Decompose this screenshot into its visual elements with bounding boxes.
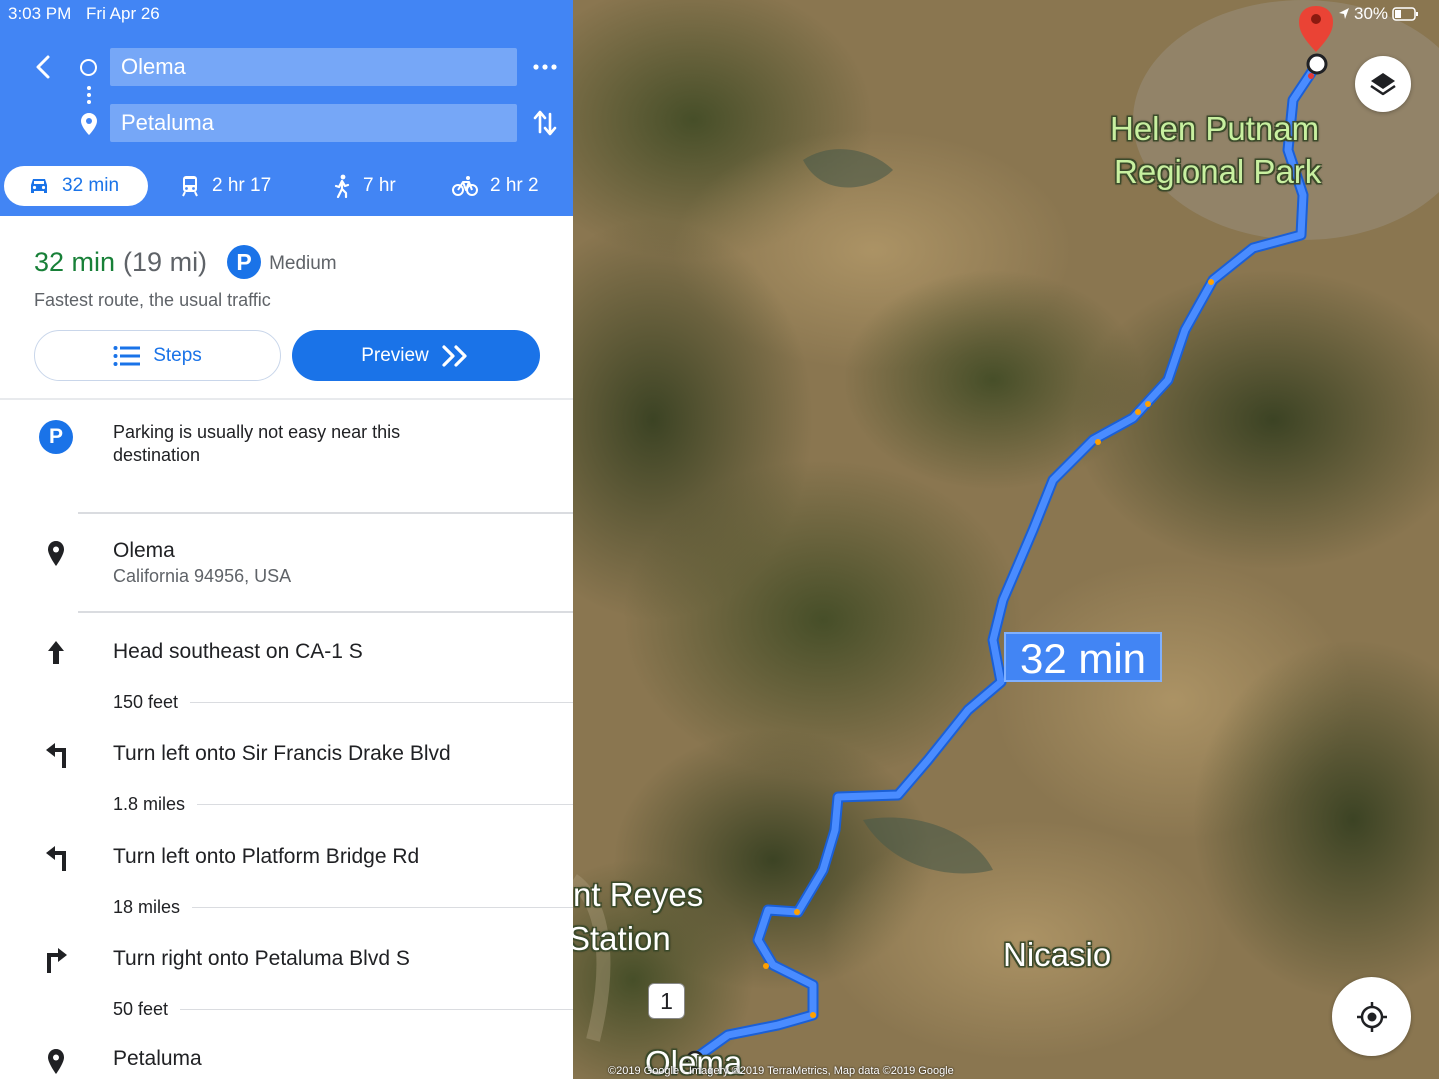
origin-input[interactable]: Olema [110,48,517,86]
status-date: Fri Apr 26 [86,4,160,23]
step-distance: 150 feet [113,692,179,712]
status-bar-left: 3:03 PM Fri Apr 26 [8,4,170,24]
destination-name: Petaluma [113,1047,202,1070]
route-time-bubble[interactable]: 32 min [1004,632,1162,682]
tab-walk-label: 7 hr [363,175,396,196]
town-label-reyes-line2: Station [573,920,671,957]
parking-icon: P [227,245,262,279]
map-view[interactable]: Helen Putnam Regional Park nt Reyes Stat… [573,0,1439,1079]
step-distance-row: 150 feet [113,692,573,713]
layers-button[interactable] [1355,56,1411,112]
map-copyright: ©2019 Google · Imagery ©2019 TerraMetric… [608,1065,954,1077]
double-chevron-right-icon [442,344,467,367]
swap-vert-icon [533,110,557,136]
tab-drive[interactable]: 32 min [4,166,148,206]
step-distance-row: 18 miles [113,897,573,918]
tab-walk[interactable]: 7 hr [333,166,396,206]
preview-button[interactable]: Preview [292,330,540,381]
origin-circle-icon [80,59,97,76]
origin-name: Olema [113,539,175,562]
origin-pin-icon [46,540,66,573]
park-label-line1: Helen Putnam [1110,110,1320,147]
battery-icon [1392,7,1419,21]
step-distance-row: 50 feet [113,999,573,1020]
tab-drive-label: 32 min [62,175,120,196]
town-label-reyes-line1: nt Reyes [573,876,704,913]
route-description: Fastest route, the usual traffic [34,290,271,310]
crosshair-icon [1356,1001,1387,1032]
steps-button-label: Steps [153,344,202,366]
step-distance: 18 miles [113,897,181,917]
step-instruction[interactable]: Turn left onto Sir Francis Drake Blvd [113,742,451,766]
parking-note: Parking is usually not easy near this de… [113,422,401,465]
location-arrow-icon [1339,8,1349,19]
layers-icon [1370,73,1396,96]
status-time: 3:03 PM [8,4,72,23]
chevron-left-icon [36,55,50,79]
car-icon [31,179,47,193]
route-dots-icon [87,86,91,104]
step-instruction[interactable]: Turn right onto Petaluma Blvd S [113,947,410,971]
step-distance-row: 1.8 miles [113,794,573,815]
directions-panel: 3:03 PM Fri Apr 26 Olema Petaluma 32 min… [0,0,573,1079]
origin-address: California 94956, USA [113,566,292,586]
turn-left-icon [44,844,70,877]
list-icon [113,345,141,366]
battery-percent: 30% [1354,4,1389,23]
preview-button-label: Preview [361,344,429,366]
bike-icon [452,176,478,196]
town-label-nicasio: Nicasio [1003,936,1112,973]
route-distance: (19 mi) [123,246,208,277]
route-summary: 32 min (19 mi) P Medium [34,245,337,279]
tab-transit[interactable]: 2 hr 17 [180,166,271,206]
back-button[interactable] [26,50,60,84]
destination-pin-icon [79,112,99,136]
status-bar-right: 30% [1338,4,1419,24]
train-icon [182,176,198,197]
tab-transit-label: 2 hr 17 [212,175,272,196]
steps-button[interactable]: Steps [34,330,281,381]
highway-shield: 1 [648,983,685,1019]
divider [78,611,573,613]
route-duration: 32 min [34,246,116,277]
step-distance: 50 feet [113,999,169,1019]
divider [78,512,573,514]
directions-header: 3:03 PM Fri Apr 26 Olema Petaluma 32 min… [0,0,573,216]
turn-right-icon [44,946,70,979]
step-instruction[interactable]: Turn left onto Platform Bridge Rd [113,845,419,869]
my-location-button[interactable] [1332,977,1411,1056]
more-options-button[interactable] [532,56,558,78]
park-label-line2: Regional Park [1114,153,1322,190]
more-horiz-icon [533,64,557,70]
swap-route-button[interactable] [532,108,558,138]
step-instruction[interactable]: Head southeast on CA-1 S [113,640,363,664]
parking-level: Medium [269,253,337,274]
walk-icon [334,174,350,198]
summary-divider [0,398,573,400]
destination-pin-icon [46,1048,66,1079]
turn-left-icon [44,741,70,774]
tab-bike-label: 2 hr 2 [490,175,539,196]
tab-bike[interactable]: 2 hr 2 [452,166,539,206]
arrow-up-icon [46,640,66,671]
destination-input[interactable]: Petaluma [110,104,517,142]
parking-note-icon: P [39,420,73,454]
step-distance: 1.8 miles [113,794,186,814]
